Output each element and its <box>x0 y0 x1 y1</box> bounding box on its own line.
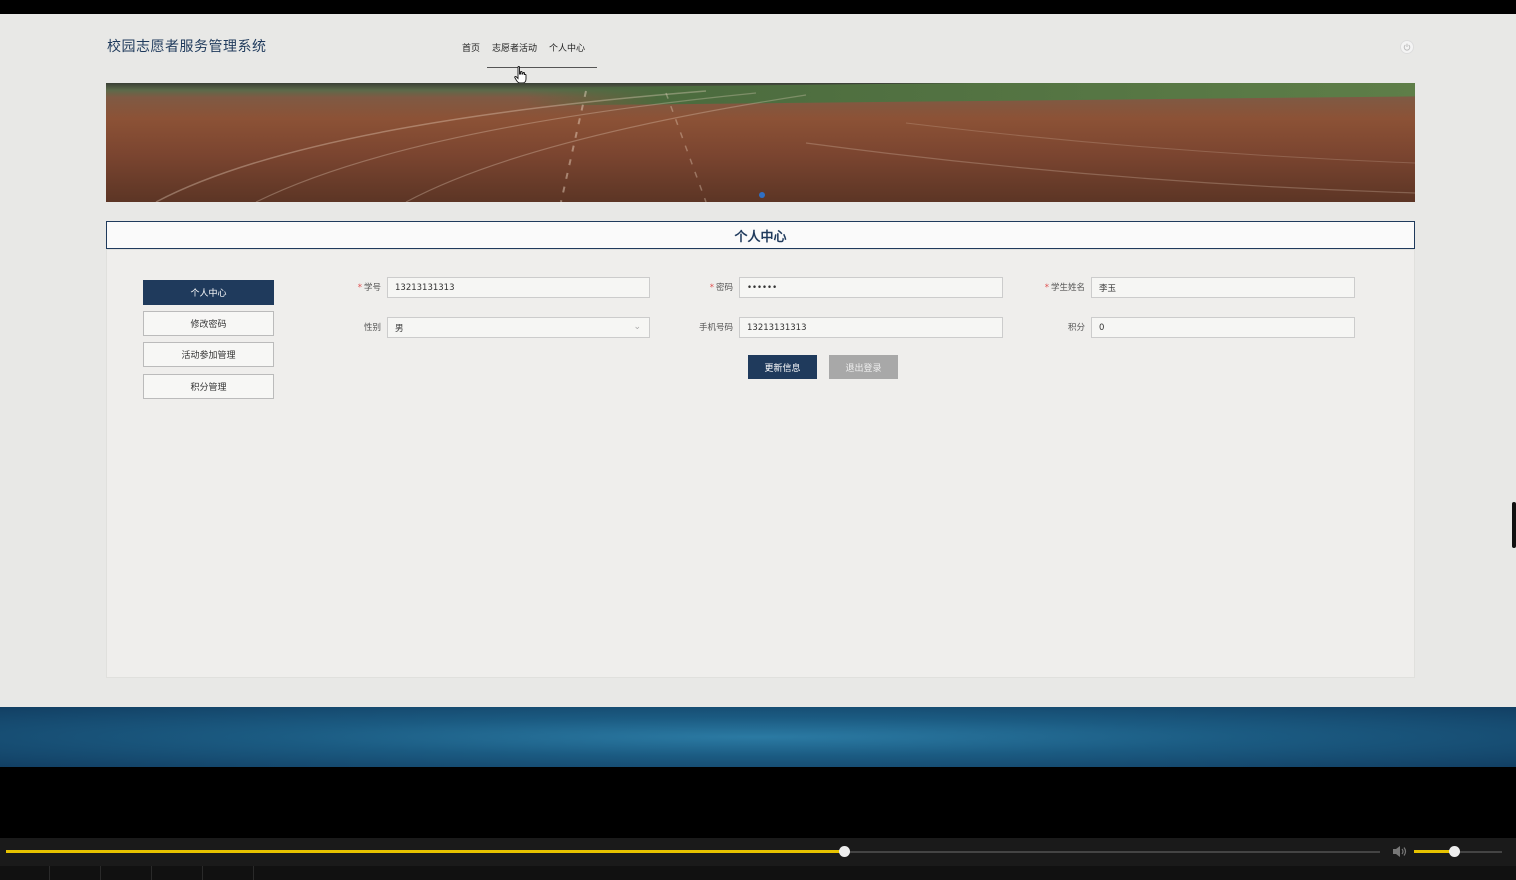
site-title: 校园志愿者服务管理系统 <box>107 39 267 55</box>
power-icon[interactable] <box>1400 40 1414 54</box>
points-label: 积分 <box>1067 323 1085 333</box>
chevron-down-icon: ⌄ <box>633 322 641 332</box>
bottom-strip <box>0 866 1516 880</box>
student-name-field[interactable]: 李玉 <box>1091 277 1355 298</box>
points-field[interactable]: 0 <box>1091 317 1355 338</box>
volume-knob[interactable] <box>1448 846 1460 857</box>
web-page: 校园志愿者服务管理系统 首页 志愿者活动 个人中心 个人中心 个人中心 修改密码… <box>0 14 1516 767</box>
sidebar-item-points-management[interactable]: 积分管理 <box>143 374 274 399</box>
password-field[interactable]: •••••• <box>739 277 1003 298</box>
nav-item-home[interactable]: 首页 <box>462 41 480 54</box>
nav-active-underline <box>487 67 597 68</box>
scroll-handle[interactable] <box>1512 502 1516 548</box>
carousel-indicator-dot[interactable] <box>759 192 765 198</box>
page-footer <box>0 707 1516 767</box>
gender-label: 性别 <box>363 323 381 333</box>
banner-carousel <box>106 83 1415 202</box>
banner-track-lines <box>155 90 1415 202</box>
nav-item-profile[interactable]: 个人中心 <box>549 41 585 54</box>
top-letterbox <box>0 0 1516 14</box>
strip-cell <box>101 866 152 880</box>
student-id-label: * 学号 <box>357 283 381 293</box>
sidebar-item-change-password[interactable]: 修改密码 <box>143 311 274 336</box>
nav-item-activities[interactable]: 志愿者活动 <box>492 41 537 54</box>
sidebar-item-activity-management[interactable]: 活动参加管理 <box>143 342 274 367</box>
section-title: 个人中心 <box>106 221 1415 249</box>
strip-cell <box>0 866 50 880</box>
strip-cell <box>152 866 203 880</box>
phone-label: 手机号码 <box>698 323 733 333</box>
volume-level <box>1414 850 1454 853</box>
password-label: * 密码 <box>709 283 733 293</box>
phone-field[interactable]: 13213131313 <box>739 317 1003 338</box>
top-nav: 首页 志愿者活动 个人中心 <box>462 41 585 54</box>
logout-button[interactable]: 退出登录 <box>829 355 898 379</box>
gender-select[interactable]: 男 ⌄ <box>387 317 650 338</box>
profile-panel: 个人中心 修改密码 活动参加管理 积分管理 * 学号 13213131313 * 密… <box>106 249 1415 678</box>
strip-cell <box>50 866 101 880</box>
student-id-field[interactable]: 13213131313 <box>387 277 650 298</box>
strip-cell <box>203 866 254 880</box>
hand-cursor-icon <box>514 66 527 84</box>
gender-select-value: 男 <box>395 323 404 334</box>
student-name-label: * 学生姓名 <box>1044 283 1085 293</box>
sidebar-item-profile[interactable]: 个人中心 <box>143 280 274 305</box>
seek-progress <box>6 850 845 853</box>
update-info-button[interactable]: 更新信息 <box>748 355 817 379</box>
speaker-icon[interactable] <box>1392 845 1408 858</box>
